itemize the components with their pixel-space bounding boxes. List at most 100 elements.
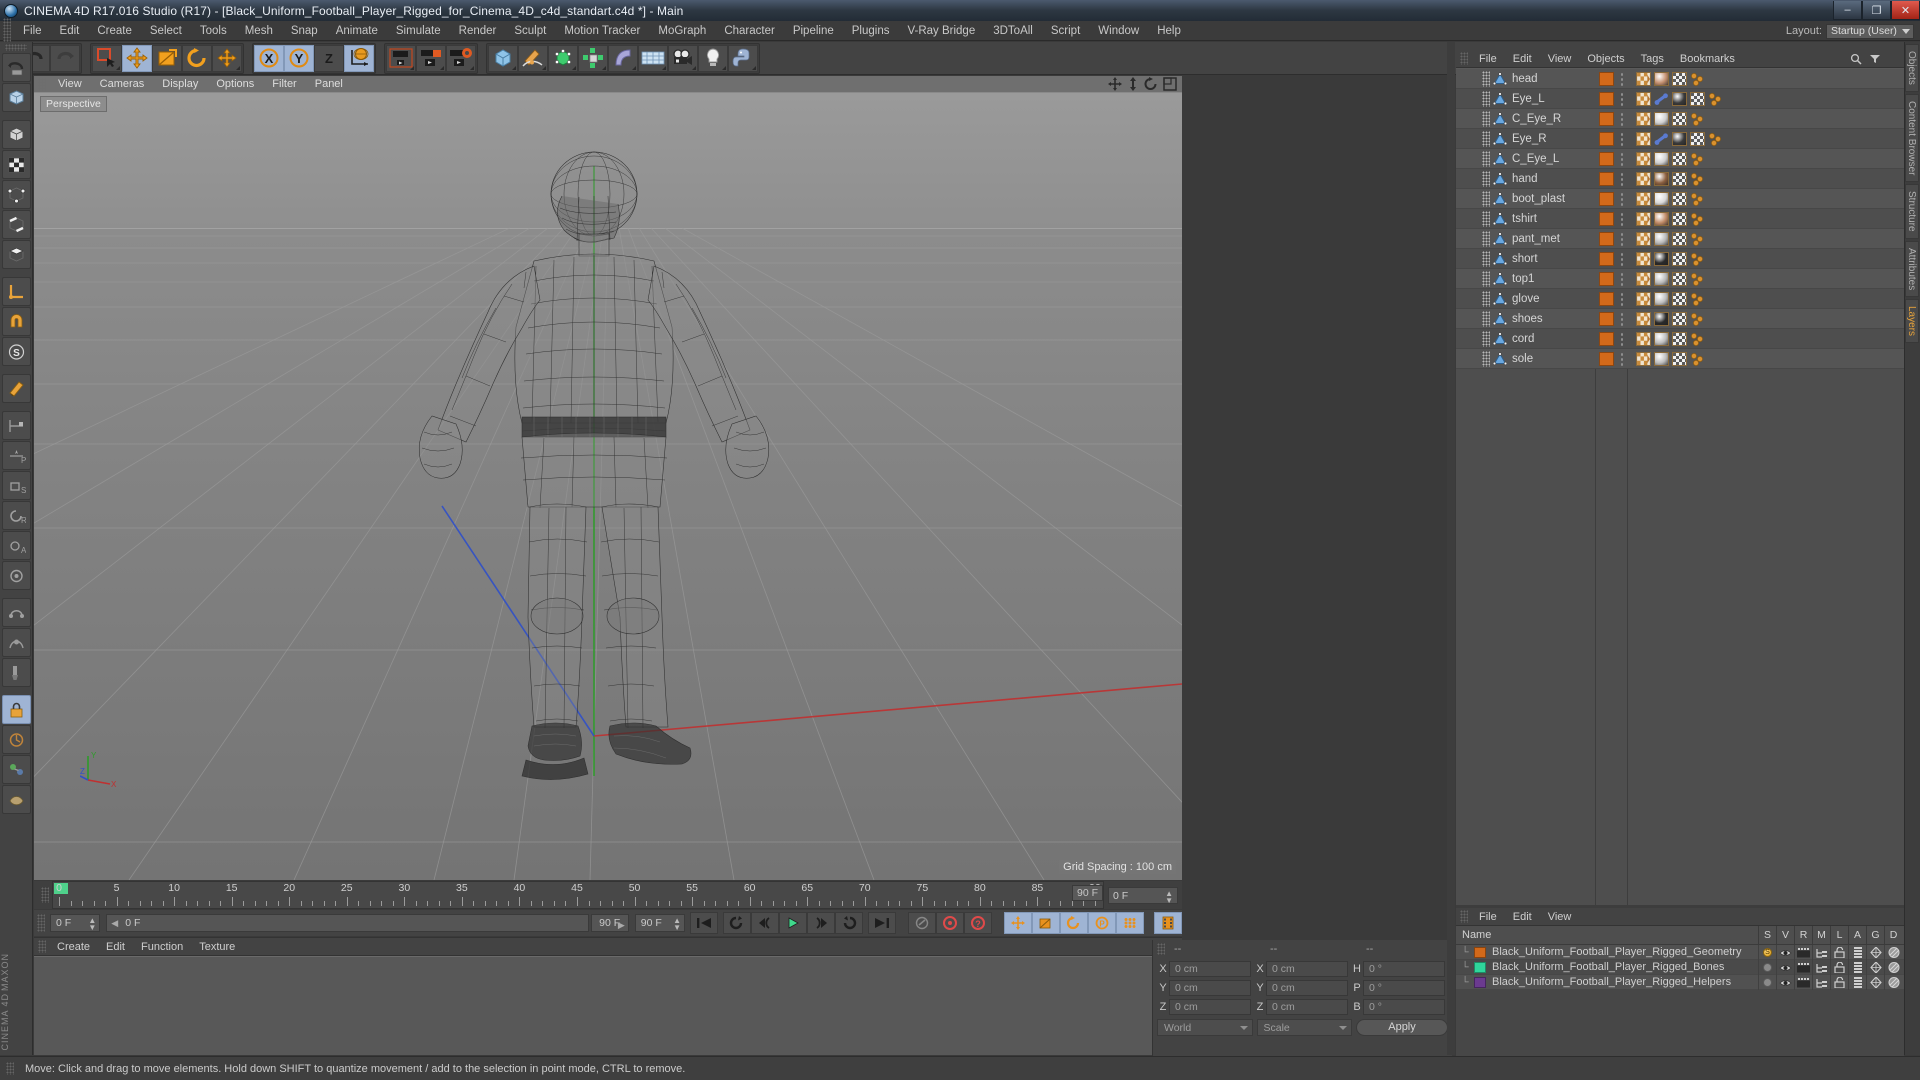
object-row[interactable]: short — [1456, 249, 1904, 269]
material-tag-icon[interactable] — [1654, 71, 1669, 86]
keyframe-selection-button[interactable]: ? — [964, 912, 993, 934]
point-cluster-tag-icon[interactable] — [1690, 272, 1705, 286]
menu-3dtoall[interactable]: 3DToAll — [984, 21, 1042, 41]
edge-tab[interactable]: Content Browser — [1905, 93, 1919, 183]
menu-mesh[interactable]: Mesh — [236, 21, 282, 41]
object-menu-file[interactable]: File — [1471, 50, 1505, 68]
viewport-menu-panel[interactable]: Panel — [306, 76, 352, 93]
layer-deformer-toggle[interactable] — [1884, 975, 1902, 990]
object-row[interactable]: top1 — [1456, 269, 1904, 289]
menu-create[interactable]: Create — [88, 21, 141, 41]
point-cluster-tag-icon[interactable] — [1690, 252, 1705, 266]
play-forward-loop-button[interactable] — [835, 912, 864, 934]
go-to-start-button[interactable] — [690, 912, 719, 934]
scale-tool-button[interactable] — [152, 44, 182, 72]
uvw-tag-icon[interactable] — [1636, 331, 1651, 346]
texture-tag-icon[interactable] — [1672, 111, 1687, 126]
material-menu-function[interactable]: Function — [133, 938, 191, 956]
play-button[interactable] — [779, 912, 808, 934]
menu-edit[interactable]: Edit — [51, 21, 89, 41]
viewport-grip[interactable] — [38, 77, 46, 91]
environment-button[interactable] — [638, 44, 668, 72]
layer-color-swatch[interactable] — [1599, 331, 1614, 346]
bone-tag-icon[interactable] — [1654, 132, 1669, 146]
point-cluster-tag-icon[interactable] — [1690, 332, 1705, 346]
layer-visible-toggle[interactable] — [1776, 945, 1794, 960]
texture-tag-icon[interactable] — [1672, 311, 1687, 326]
object-row[interactable]: C_Eye_R — [1456, 109, 1904, 129]
visibility-dots[interactable] — [1620, 291, 1624, 306]
texture-tag-icon[interactable] — [1690, 91, 1705, 106]
visibility-dots[interactable] — [1620, 131, 1624, 146]
visibility-dots[interactable] — [1620, 191, 1624, 206]
layer-color-swatch[interactable] — [1599, 71, 1614, 86]
visibility-dots[interactable] — [1620, 71, 1624, 86]
tool-weight[interactable] — [2, 755, 31, 784]
timeline-end-marker[interactable]: 90 F — [1071, 885, 1103, 901]
material-list[interactable] — [34, 956, 1182, 1055]
viewport-menu-cameras[interactable]: Cameras — [91, 76, 154, 93]
object-menu-tags[interactable]: Tags — [1633, 50, 1672, 68]
frame-end-field[interactable]: 90 F ▲ ▼ — [634, 914, 686, 932]
material-menu-texture[interactable]: Texture — [191, 938, 243, 956]
rot-h-field[interactable]: 0 ° — [1363, 960, 1445, 977]
object-drag-handle[interactable] — [1482, 130, 1490, 147]
next-key-button[interactable] — [807, 912, 836, 934]
material-tag-icon[interactable] — [1654, 191, 1669, 206]
move-axis-button[interactable] — [212, 44, 242, 72]
render-to-picture-viewer-button[interactable] — [416, 44, 446, 72]
tool-key-param[interactable]: A — [2, 531, 31, 560]
material-tag-icon[interactable] — [1654, 171, 1669, 186]
texture-tag-icon[interactable] — [1672, 191, 1687, 206]
texture-tag-icon[interactable] — [1672, 231, 1687, 246]
redo-button[interactable] — [50, 44, 80, 72]
visibility-dots[interactable] — [1620, 331, 1624, 346]
object-row[interactable]: Eye_R — [1456, 129, 1904, 149]
apply-button[interactable]: Apply — [1356, 1019, 1448, 1036]
key-pla-toggle[interactable] — [1116, 912, 1145, 934]
key-rotation-toggle[interactable] — [1060, 912, 1089, 934]
timeline-grip[interactable] — [41, 887, 49, 903]
layer-manager-toggle[interactable] — [1812, 975, 1830, 990]
world-coordinates-button[interactable] — [344, 44, 374, 72]
layer-menu-edit[interactable]: Edit — [1505, 908, 1540, 926]
tool-texture-mode[interactable] — [2, 150, 31, 179]
tool-make-editable[interactable] — [2, 83, 31, 112]
rotate-tool-button[interactable] — [182, 44, 212, 72]
uvw-tag-icon[interactable] — [1636, 291, 1651, 306]
texture-tag-icon[interactable] — [1672, 251, 1687, 266]
object-drag-handle[interactable] — [1482, 270, 1490, 287]
tool-edge-mode[interactable] — [2, 210, 31, 239]
uvw-tag-icon[interactable] — [1636, 131, 1651, 146]
menu-window[interactable]: Window — [1089, 21, 1148, 41]
go-to-end-button[interactable] — [868, 912, 897, 934]
object-drag-handle[interactable] — [1482, 90, 1490, 107]
point-cluster-tag-icon[interactable] — [1708, 92, 1723, 106]
tool-key-rotation[interactable]: R — [2, 501, 31, 530]
size-mode-dropdown[interactable]: Scale — [1256, 1019, 1352, 1036]
layer-render-toggle[interactable] — [1794, 975, 1812, 990]
tool-lock[interactable] — [2, 695, 31, 724]
material-tag-icon[interactable] — [1672, 131, 1687, 146]
layer-color-swatch[interactable] — [1474, 976, 1486, 988]
layer-row[interactable]: └ Black_Uniform_Football_Player_Rigged_He… — [1456, 975, 1904, 990]
render-settings-button[interactable] — [446, 44, 476, 72]
object-manager-grip[interactable] — [1460, 52, 1468, 65]
texture-tag-icon[interactable] — [1672, 271, 1687, 286]
layer-color-swatch[interactable] — [1599, 111, 1614, 126]
point-cluster-tag-icon[interactable] — [1690, 352, 1705, 366]
previous-key-button[interactable] — [751, 912, 780, 934]
object-drag-handle[interactable] — [1482, 70, 1490, 87]
layer-render-toggle[interactable] — [1794, 945, 1812, 960]
uvw-tag-icon[interactable] — [1636, 271, 1651, 286]
layer-rows[interactable]: └ Black_Uniform_Football_Player_Rigged_Ge… — [1456, 945, 1904, 990]
point-cluster-tag-icon[interactable] — [1708, 132, 1723, 146]
menu-plugins[interactable]: Plugins — [843, 21, 899, 41]
viewport-menu-display[interactable]: Display — [153, 76, 207, 93]
statusbar-grip[interactable] — [6, 1062, 14, 1075]
menu-vray-bridge[interactable]: V-Ray Bridge — [898, 21, 984, 41]
layer-column-header[interactable]: G — [1866, 926, 1884, 945]
cube-primitive-button[interactable] — [488, 44, 518, 72]
frame-end-small-field[interactable]: 90 F ▶ — [590, 914, 629, 932]
texture-tag-icon[interactable] — [1672, 291, 1687, 306]
